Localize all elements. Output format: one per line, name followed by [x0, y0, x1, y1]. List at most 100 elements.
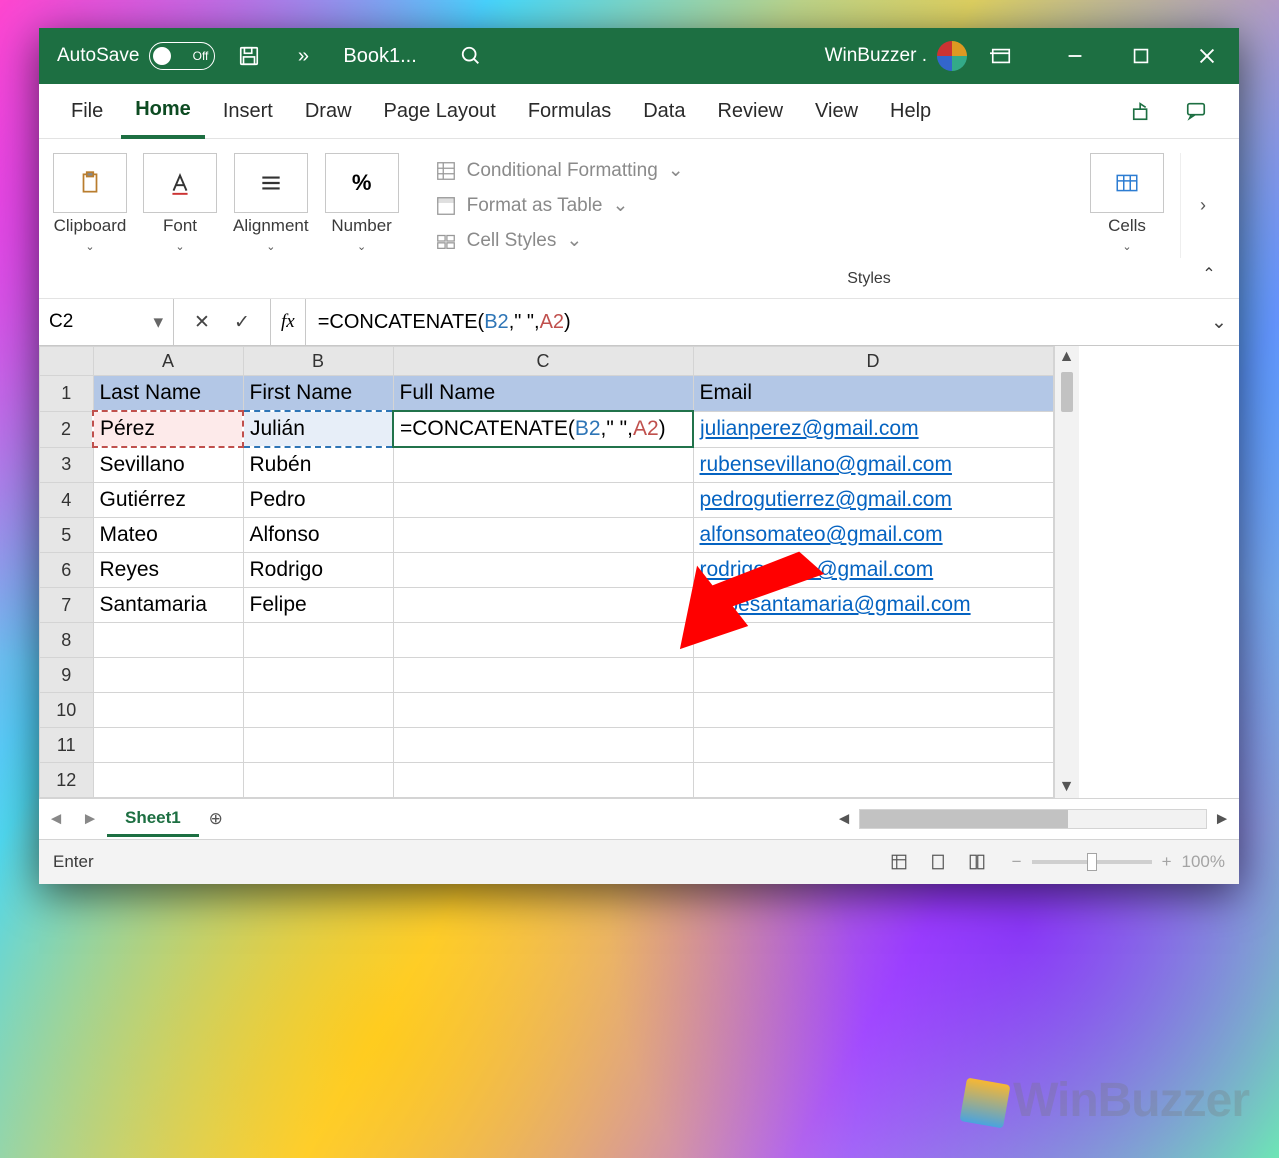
- ribbon-scroll-right[interactable]: ›: [1180, 153, 1225, 258]
- cell[interactable]: julianperez@gmail.com: [693, 411, 1053, 447]
- accept-formula-button[interactable]: ✓: [228, 311, 256, 334]
- cell[interactable]: [693, 693, 1053, 728]
- alignment-button[interactable]: [234, 153, 308, 213]
- cancel-formula-button[interactable]: ✕: [188, 311, 216, 334]
- cell[interactable]: [93, 623, 243, 658]
- row-header[interactable]: 12: [40, 763, 94, 798]
- sheet-nav-prev[interactable]: ◄: [39, 809, 73, 829]
- view-page-break-button[interactable]: [960, 848, 994, 876]
- cell[interactable]: First Name: [243, 376, 393, 412]
- cell[interactable]: Santamaria: [93, 588, 243, 623]
- cell[interactable]: [243, 658, 393, 693]
- view-normal-button[interactable]: [882, 848, 916, 876]
- name-box[interactable]: C2: [39, 299, 174, 345]
- cell[interactable]: [243, 693, 393, 728]
- conditional-formatting-button[interactable]: Conditional Formatting ⌄: [435, 153, 1074, 188]
- cell[interactable]: [693, 728, 1053, 763]
- row-header[interactable]: 3: [40, 447, 94, 483]
- menu-page-layout[interactable]: Page Layout: [370, 84, 510, 138]
- cell[interactable]: Gutiérrez: [93, 483, 243, 518]
- cell[interactable]: [93, 658, 243, 693]
- scroll-left-icon[interactable]: ◄: [833, 809, 855, 829]
- add-sheet-button[interactable]: ⊕: [199, 809, 233, 829]
- menu-data[interactable]: Data: [629, 84, 699, 138]
- select-all-corner[interactable]: [40, 347, 94, 376]
- sheet-tab[interactable]: Sheet1: [107, 802, 199, 837]
- cell-styles-button[interactable]: Cell Styles ⌄: [435, 223, 1074, 258]
- close-button[interactable]: [1181, 36, 1233, 76]
- autosave-switch[interactable]: Off: [149, 42, 215, 70]
- font-button[interactable]: [143, 153, 217, 213]
- minimize-button[interactable]: [1049, 36, 1101, 76]
- chevron-down-icon[interactable]: ⌄: [357, 240, 366, 253]
- cell[interactable]: Felipe: [243, 588, 393, 623]
- zoom-out-button[interactable]: −: [1012, 852, 1022, 872]
- cell[interactable]: Rodrigo: [243, 553, 393, 588]
- cell[interactable]: Mateo: [93, 518, 243, 553]
- cell[interactable]: Reyes: [93, 553, 243, 588]
- cell[interactable]: [393, 483, 693, 518]
- cell[interactable]: rubensevillano@gmail.com: [693, 447, 1053, 483]
- cell[interactable]: Rubén: [243, 447, 393, 483]
- zoom-in-button[interactable]: +: [1162, 852, 1172, 872]
- cell[interactable]: Email: [693, 376, 1053, 412]
- row-header[interactable]: 8: [40, 623, 94, 658]
- cell[interactable]: =CONCATENATE(B2," ",A2): [393, 411, 693, 447]
- cell[interactable]: [393, 728, 693, 763]
- format-as-table-button[interactable]: Format as Table ⌄: [435, 188, 1074, 223]
- scroll-right-icon[interactable]: ►: [1211, 809, 1233, 829]
- search-button[interactable]: [451, 36, 491, 76]
- cell[interactable]: [243, 728, 393, 763]
- cell[interactable]: [393, 553, 693, 588]
- chevron-down-icon[interactable]: ⌄: [1122, 240, 1131, 253]
- row-header[interactable]: 2: [40, 411, 94, 447]
- menu-draw[interactable]: Draw: [291, 84, 366, 138]
- more-quick-access[interactable]: »: [283, 36, 323, 76]
- cell[interactable]: [93, 693, 243, 728]
- collapse-ribbon-button[interactable]: ⌃: [1179, 264, 1239, 298]
- horizontal-scrollbar[interactable]: ◄ ►: [833, 809, 1239, 829]
- row-header[interactable]: 5: [40, 518, 94, 553]
- maximize-button[interactable]: [1115, 36, 1167, 76]
- cell[interactable]: Sevillano: [93, 447, 243, 483]
- menu-review[interactable]: Review: [703, 84, 797, 138]
- scrollbar-thumb[interactable]: [1061, 372, 1073, 412]
- cell[interactable]: Julián: [243, 411, 393, 447]
- expand-formula-bar[interactable]: ⌄: [1199, 299, 1239, 345]
- scroll-down-icon[interactable]: ▼: [1059, 776, 1075, 798]
- formula-input[interactable]: =CONCATENATE(B2," ",A2): [306, 299, 1199, 345]
- view-page-layout-button[interactable]: [921, 848, 955, 876]
- zoom-slider[interactable]: [1032, 860, 1152, 864]
- cell[interactable]: rodrigoreyes@gmail.com: [693, 553, 1053, 588]
- menu-file[interactable]: File: [57, 84, 117, 138]
- cell[interactable]: [93, 763, 243, 798]
- cell[interactable]: Pérez: [93, 411, 243, 447]
- cell[interactable]: [693, 623, 1053, 658]
- scrollbar-thumb[interactable]: [860, 810, 1068, 828]
- cell[interactable]: [243, 623, 393, 658]
- cell[interactable]: [393, 763, 693, 798]
- autosave-toggle[interactable]: AutoSave Off: [57, 42, 215, 70]
- chevron-down-icon[interactable]: ⌄: [266, 240, 275, 253]
- column-header-A[interactable]: A: [93, 347, 243, 376]
- cells-button[interactable]: [1090, 153, 1164, 213]
- account-button[interactable]: WinBuzzer .: [825, 41, 967, 71]
- cell[interactable]: [393, 588, 693, 623]
- save-button[interactable]: [229, 36, 269, 76]
- chevron-down-icon[interactable]: ⌄: [175, 240, 184, 253]
- menu-view[interactable]: View: [801, 84, 872, 138]
- menu-help[interactable]: Help: [876, 84, 945, 138]
- row-header[interactable]: 4: [40, 483, 94, 518]
- cell[interactable]: [243, 763, 393, 798]
- column-header-B[interactable]: B: [243, 347, 393, 376]
- cell[interactable]: felipesantamaria@gmail.com: [693, 588, 1053, 623]
- menu-insert[interactable]: Insert: [209, 84, 287, 138]
- column-header-C[interactable]: C: [393, 347, 693, 376]
- menu-formulas[interactable]: Formulas: [514, 84, 625, 138]
- cell[interactable]: Full Name: [393, 376, 693, 412]
- column-header-D[interactable]: D: [693, 347, 1053, 376]
- comments-icon[interactable]: [1171, 84, 1221, 138]
- scroll-up-icon[interactable]: ▲: [1059, 346, 1075, 368]
- zoom-control[interactable]: − + 100%: [1012, 852, 1225, 872]
- worksheet-grid[interactable]: ABCD1Last NameFirst NameFull NameEmail2P…: [39, 346, 1239, 798]
